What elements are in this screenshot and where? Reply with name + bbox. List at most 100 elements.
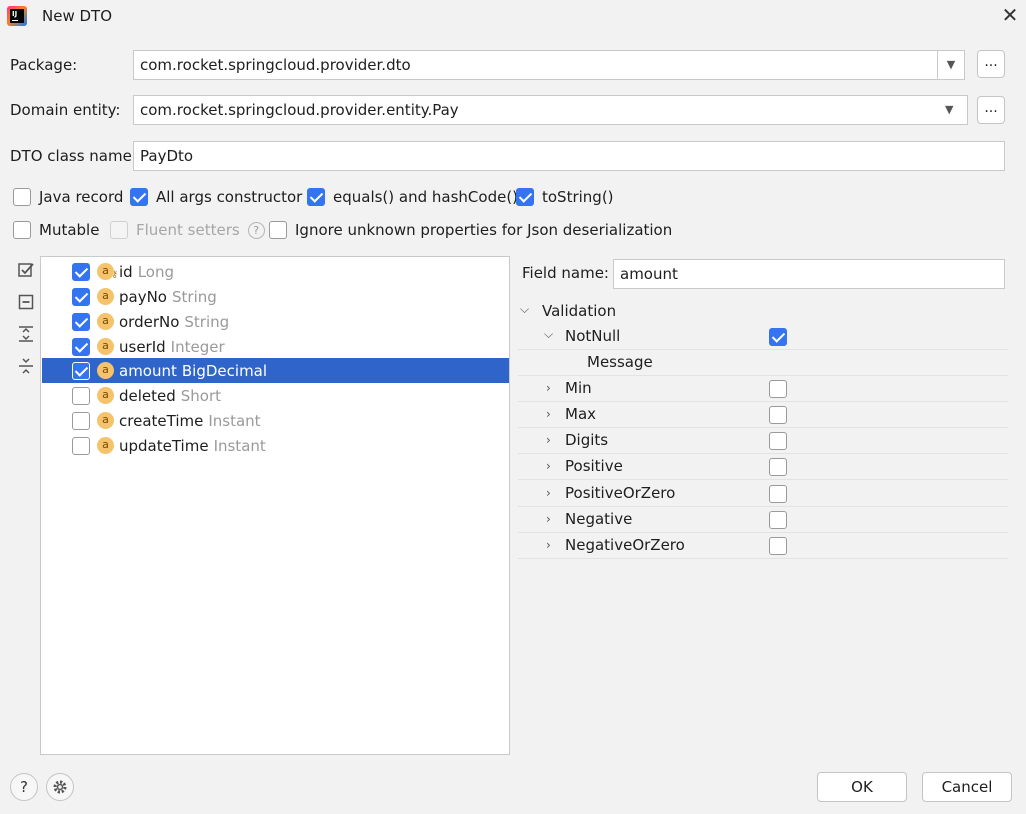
fluent-setters-checkbox (110, 221, 128, 239)
field-icon-letter: a (102, 314, 109, 327)
tree-row-orderno[interactable]: a orderNo String (42, 309, 509, 334)
field-name-input[interactable]: amount (613, 259, 1005, 289)
fluent-setters-label: Fluent setters (136, 221, 240, 239)
tree-row-payno[interactable]: a payNo String (42, 284, 509, 309)
chevron-right-icon[interactable]: › (546, 407, 551, 421)
all-args-label: All args constructor (156, 188, 303, 206)
chevron-right-icon[interactable]: › (546, 486, 551, 500)
field-name-label: Field name: (522, 264, 609, 282)
help-icon[interactable]: ? (247, 221, 265, 239)
mutable-option[interactable]: Mutable (13, 221, 99, 239)
field-icon: a (97, 387, 114, 404)
validation-row-positive[interactable]: › Positive (518, 454, 1008, 480)
chevron-down-icon[interactable]: ⌵ (544, 327, 553, 342)
ignore-unknown-option[interactable]: Ignore unknown properties for Json deser… (269, 221, 672, 239)
validation-name: Min (565, 379, 592, 397)
field-checkbox[interactable] (72, 337, 90, 356)
negativeorzero-checkbox[interactable] (769, 537, 787, 555)
notnull-checkbox[interactable] (769, 328, 787, 346)
chevron-down-icon[interactable]: ▼ (945, 103, 953, 116)
tostring-label: toString() (542, 188, 614, 206)
field-icon: a (97, 338, 114, 355)
package-browse-button[interactable]: ... (977, 50, 1005, 78)
tree-row-createtime[interactable]: a createTime Instant (42, 408, 509, 433)
tostring-checkbox[interactable] (516, 188, 534, 206)
domain-browse-button[interactable]: ... (977, 96, 1005, 124)
field-icon-letter: a (102, 264, 109, 277)
field-checkbox[interactable] (72, 361, 90, 380)
field-icon-letter: a (102, 363, 109, 376)
field-checkbox[interactable] (72, 287, 90, 306)
close-icon[interactable]: ✕ (1000, 4, 1020, 26)
gear-icon[interactable] (46, 773, 74, 801)
chevron-right-icon[interactable]: › (546, 512, 551, 526)
field-name: orderNo (119, 312, 180, 331)
field-type: Long (137, 262, 175, 281)
field-checkbox[interactable] (72, 386, 90, 405)
field-type: Instant (213, 436, 266, 455)
positive-checkbox[interactable] (769, 458, 787, 476)
dto-class-name-input[interactable]: PayDto (133, 141, 1005, 171)
field-icon: a (97, 412, 114, 429)
cancel-button[interactable]: Cancel (922, 772, 1012, 802)
validation-row-max[interactable]: › Max (518, 402, 1008, 428)
validation-row-negativeorzero[interactable]: › NegativeOrZero (518, 533, 1008, 559)
equals-hashcode-checkbox[interactable] (307, 188, 325, 206)
validation-row-message[interactable]: Message (518, 350, 1008, 376)
chevron-right-icon[interactable]: › (546, 381, 551, 395)
field-type: Instant (208, 411, 261, 430)
tree-row-id[interactable]: a ⚷ id Long (42, 259, 509, 284)
ok-button[interactable]: OK (817, 772, 907, 802)
field-name: deleted (119, 386, 176, 405)
field-type: Short (180, 386, 222, 405)
tree-row-userid[interactable]: a userId Integer (42, 334, 509, 359)
negative-checkbox[interactable] (769, 511, 787, 529)
mutable-checkbox[interactable] (13, 221, 31, 239)
field-name: updateTime (119, 436, 209, 455)
java-record-option[interactable]: Java record (13, 188, 123, 206)
java-record-checkbox[interactable] (13, 188, 31, 206)
validation-name: NegativeOrZero (565, 536, 685, 554)
validation-row-min[interactable]: › Min (518, 376, 1008, 402)
validation-row-negative[interactable]: › Negative (518, 507, 1008, 533)
package-combo-input[interactable]: com.rocket.springcloud.provider.dto (133, 50, 938, 80)
field-type: BigDecimal (181, 361, 268, 380)
package-dropdown-button[interactable]: ▼ (937, 50, 965, 80)
validation-name: PositiveOrZero (565, 484, 676, 502)
tree-row-amount[interactable]: a amount BigDecimal (42, 358, 509, 383)
expand-all-icon[interactable] (15, 325, 37, 347)
validation-name: Max (565, 405, 597, 423)
help-button[interactable]: ? (10, 773, 38, 801)
tree-row-updatetime[interactable]: a updateTime Instant (42, 433, 509, 458)
field-checkbox[interactable] (72, 262, 90, 281)
chevron-right-icon[interactable]: › (546, 433, 551, 447)
validation-row-positiveorzero[interactable]: › PositiveOrZero (518, 481, 1008, 507)
all-args-checkbox[interactable] (130, 188, 148, 206)
tree-row-deleted[interactable]: a deleted Short (42, 383, 509, 408)
select-all-icon[interactable] (15, 261, 37, 283)
ignore-unknown-checkbox[interactable] (269, 221, 287, 239)
field-icon-letter: a (102, 438, 109, 451)
field-name: createTime (119, 411, 204, 430)
max-checkbox[interactable] (769, 406, 787, 424)
field-checkbox[interactable] (72, 312, 90, 331)
fields-tree[interactable]: a ⚷ id Long a payNo String a orderNo Stri… (40, 256, 510, 755)
digits-checkbox[interactable] (769, 432, 787, 450)
field-checkbox[interactable] (72, 411, 90, 430)
all-args-option[interactable]: All args constructor (130, 188, 302, 206)
collapse-all-icon[interactable] (15, 357, 37, 379)
validation-row-digits[interactable]: › Digits (518, 428, 1008, 454)
validation-row-notnull[interactable]: ⌵ NotNull (518, 324, 1008, 350)
chevron-right-icon[interactable]: › (546, 459, 551, 473)
field-checkbox[interactable] (72, 436, 90, 455)
domain-entity-combo[interactable]: com.rocket.springcloud.provider.entity.P… (133, 95, 968, 125)
deselect-all-icon[interactable] (15, 293, 37, 315)
positiveorzero-checkbox[interactable] (769, 485, 787, 503)
equals-hashcode-option[interactable]: equals() and hashCode() (307, 188, 518, 206)
chevron-down-icon[interactable]: ⌵ (520, 302, 529, 317)
min-checkbox[interactable] (769, 380, 787, 398)
field-icon: a (97, 362, 114, 379)
key-icon: ⚷ (111, 270, 118, 280)
chevron-right-icon[interactable]: › (546, 538, 551, 552)
tostring-option[interactable]: toString() (516, 188, 614, 206)
